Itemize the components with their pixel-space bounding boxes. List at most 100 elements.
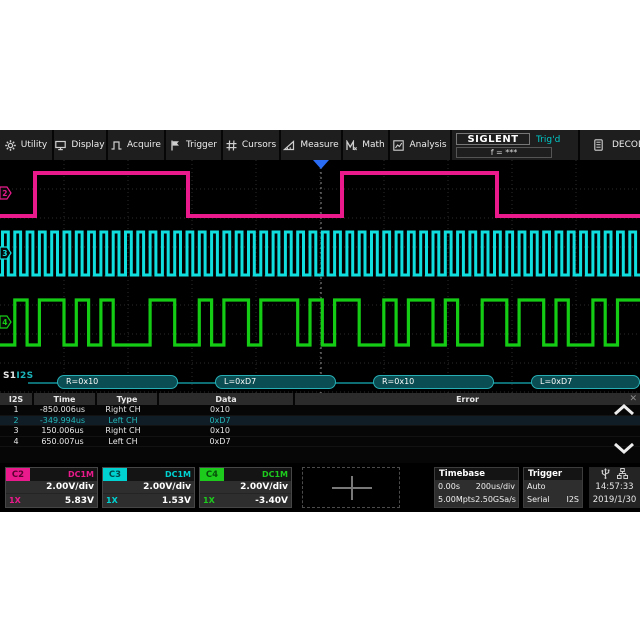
table-row-selected[interactable]: 2 -349.994us Left CH 0xD7 (0, 415, 640, 426)
flag-icon (171, 140, 179, 150)
cell-type: Right CH (105, 426, 141, 436)
scroll-down-icon[interactable] (612, 441, 636, 455)
table-row[interactable]: 3 150.006us Right CH 0x10 (0, 426, 640, 437)
system-time: 14:57:33 (595, 481, 634, 492)
lan-icon (617, 468, 628, 479)
cell-data: 0x10 (209, 405, 230, 415)
trigger-type: Serial (527, 495, 550, 504)
math-icon (346, 139, 358, 150)
table-row[interactable]: 4 650.007us Left CH 0xD7 (0, 436, 640, 447)
cell-index: 3 (13, 426, 19, 436)
cell-type: Left CH (108, 436, 138, 446)
waveform-display: 2 3 4 (0, 160, 640, 393)
cell-data: 0xD7 (209, 415, 231, 425)
menu-analysis[interactable]: Analysis (390, 130, 450, 160)
menu-math[interactable]: Math (343, 130, 388, 160)
memory-depth: 5.00Mpts (438, 495, 476, 504)
plus-icon (351, 476, 353, 500)
monitor-icon (55, 140, 67, 150)
cell-index: 1 (13, 405, 19, 415)
cell-time: -850.006us (39, 405, 86, 415)
trigger-title: Trigger (524, 468, 582, 480)
gear-icon (4, 139, 16, 151)
cell-time: 650.007us (41, 436, 84, 446)
menu-acquire[interactable]: Acquire (108, 130, 164, 160)
oscilloscope-screen: Utility Display Acquire Trigger Cursors … (0, 130, 640, 512)
timebase-title: Timebase (435, 468, 518, 480)
system-date: 2019/1/30 (592, 494, 637, 505)
chart-icon (393, 139, 405, 151)
channel-badge: C4 (200, 468, 224, 481)
cell-index: 4 (13, 436, 19, 446)
channel-box-c2[interactable]: C2 DC1M 2.00V/div 1X 5.83V (5, 467, 98, 508)
trigger-status-badge: Trig'd (536, 135, 561, 145)
channel-offset: -3.40V (255, 495, 288, 506)
timebase-box[interactable]: Timebase 0.00s 200us/div 5.00Mpts 2.50GS… (434, 467, 519, 508)
trigger-position-marker[interactable] (313, 160, 329, 169)
decode-frame: R=0x10 (373, 375, 494, 389)
col-header-i2s: I2S (0, 393, 32, 405)
clock-box: 14:57:33 2019/1/30 (589, 467, 640, 508)
cell-time: 150.006us (41, 426, 84, 436)
timebase-delay: 0.00s (438, 482, 460, 491)
scroll-up-icon[interactable] (612, 403, 636, 417)
trigger-mode: Auto (527, 482, 546, 491)
menu-trigger-label: Trigger (185, 140, 218, 150)
menu-display[interactable]: Display (54, 130, 106, 160)
menu-math-label: Math (362, 140, 385, 150)
probe-attenuation: 1X (203, 496, 215, 505)
menu-trigger[interactable]: Trigger (166, 130, 221, 160)
cell-error (287, 405, 640, 415)
channel-badge: C2 (6, 468, 30, 481)
menu-cursors[interactable]: Cursors (223, 130, 279, 160)
usb-icon (601, 468, 610, 479)
table-row[interactable]: 1 -850.006us Right CH 0x10 (0, 405, 640, 416)
c4-waveform (0, 298, 640, 347)
menu-decode-label: DECODE (612, 140, 640, 150)
decode-frame: L=0xD7 (215, 375, 336, 389)
sample-rate: 2.50GSa/s (475, 495, 516, 504)
decoder-slot-label: S1 (3, 371, 17, 381)
cell-data: 0xD7 (209, 436, 231, 446)
channel-marker-label: 2 (2, 189, 7, 198)
channel-marker-label: 3 (2, 249, 7, 258)
siglent-logo: SIGLENT (456, 133, 530, 145)
set-square-icon (283, 139, 295, 150)
trigger-box[interactable]: Trigger Auto Serial I2S (523, 467, 583, 508)
menu-cursors-label: Cursors (241, 140, 277, 150)
decode-frame: R=0x10 (57, 375, 178, 389)
add-channel-button[interactable] (302, 467, 400, 508)
menu-measure-label: Measure (300, 140, 339, 150)
channel-marker-label: 4 (2, 318, 7, 327)
decode-result-table: I2S Time Type Data Error 1 -850.006us Ri… (0, 393, 640, 463)
decode-list-icon (594, 139, 603, 151)
probe-attenuation: 1X (9, 496, 21, 505)
channel-offset: 1.53V (161, 495, 191, 506)
menu-measure[interactable]: Measure (281, 130, 341, 160)
decode-frame: L=0xD7 (531, 375, 640, 389)
frequency-readout: f = *** (456, 147, 552, 158)
cell-error (287, 416, 640, 426)
menu-display-label: Display (71, 140, 105, 150)
coupling-label: DC1M (67, 470, 94, 479)
probe-attenuation: 1X (106, 496, 118, 505)
menu-utility[interactable]: Utility (0, 130, 52, 160)
coupling-label: DC1M (261, 470, 288, 479)
status-bar: C2 DC1M 2.00V/div 1X 5.83V C3 DC1M 2.00V… (0, 463, 640, 512)
crosshatch-icon (226, 139, 237, 151)
c2-waveform (0, 171, 640, 218)
volts-per-div: 2.00V/div (200, 481, 291, 494)
cell-error (287, 437, 640, 447)
volts-per-div: 2.00V/div (6, 481, 97, 494)
volts-per-div: 2.00V/div (103, 481, 194, 494)
cell-type: Left CH (108, 415, 138, 425)
menu-decode[interactable]: DECODE (580, 130, 640, 160)
brand-area: SIGLENT Trig'd f = *** (452, 130, 578, 160)
channel-box-c3[interactable]: C3 DC1M 2.00V/div 1X 1.53V (102, 467, 195, 508)
channel-box-c4[interactable]: C4 DC1M 2.00V/div 1X -3.40V (199, 467, 292, 508)
cell-data: 0x10 (209, 426, 230, 436)
cell-type: Right CH (105, 405, 141, 415)
menu-utility-label: Utility (20, 140, 48, 150)
cell-time: -349.994us (39, 415, 86, 425)
menu-bar: Utility Display Acquire Trigger Cursors … (0, 130, 640, 160)
